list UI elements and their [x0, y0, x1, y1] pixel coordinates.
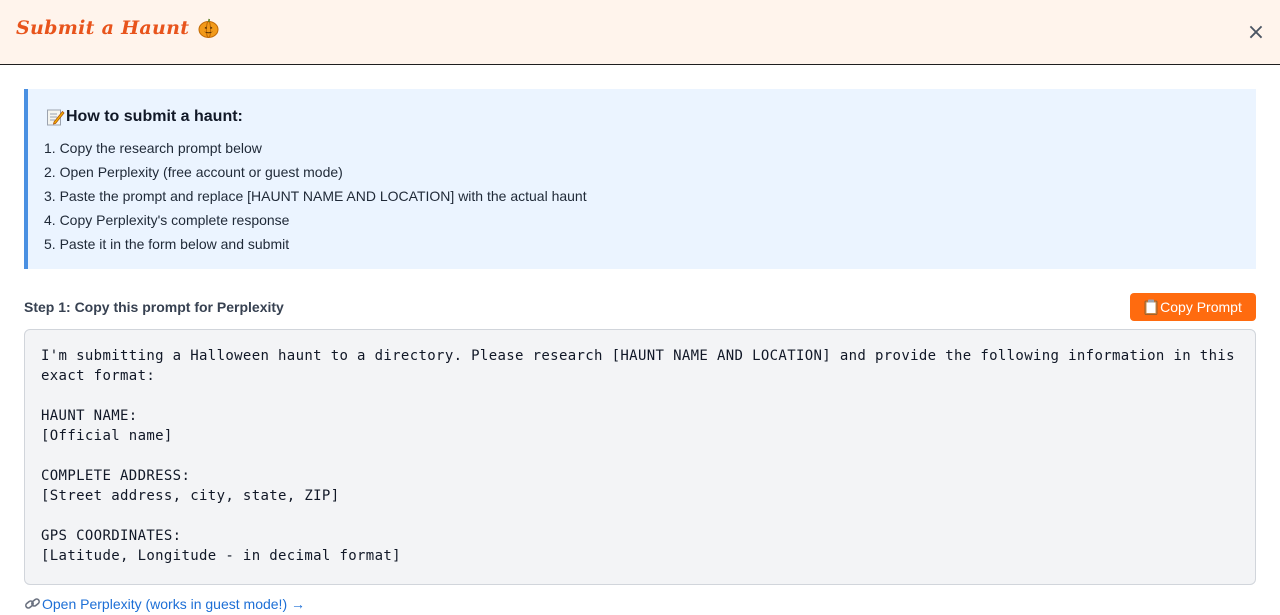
instructions-title-text: How to submit a haunt:	[66, 108, 243, 125]
step1-label: Step 1: Copy this prompt for Perplexity	[24, 299, 284, 315]
open-perplexity-link[interactable]: Open Perplexity (works in guest mode!) →	[24, 596, 305, 612]
instructions-list: 1. Copy the research prompt below 2. Ope…	[44, 136, 587, 256]
copy-prompt-label: Copy Prompt	[1160, 299, 1242, 315]
close-icon[interactable]: ×	[1245, 22, 1267, 44]
prompt-box[interactable]: I'm submitting a Halloween haunt to a di…	[24, 329, 1256, 585]
open-perplexity-label: Open Perplexity (works in guest mode!) →	[42, 596, 305, 612]
instruction-step: 2. Open Perplexity (free account or gues…	[44, 164, 343, 180]
memo-icon	[46, 108, 65, 126]
link-icon	[24, 596, 42, 612]
modal-title: Submit a Haunt	[16, 17, 219, 39]
clipboard-icon	[1144, 299, 1158, 315]
instruction-step: 1. Copy the research prompt below	[44, 140, 262, 156]
prompt-text: I'm submitting a Halloween haunt to a di…	[41, 348, 1235, 564]
modal-title-text: Submit a Haunt	[16, 17, 190, 39]
instruction-step: 5. Paste it in the form below and submit	[44, 236, 290, 252]
instructions-title: How to submit a haunt:	[46, 108, 243, 126]
pumpkin-icon	[198, 18, 219, 39]
instruction-step: 4. Copy Perplexity's complete response	[44, 212, 290, 228]
modal-header: Submit a Haunt ×	[0, 0, 1280, 65]
instructions-panel: How to submit a haunt: 1. Copy the resea…	[24, 89, 1256, 269]
copy-prompt-button[interactable]: Copy Prompt	[1130, 293, 1256, 321]
instruction-step: 3. Paste the prompt and replace [HAUNT N…	[44, 188, 587, 204]
